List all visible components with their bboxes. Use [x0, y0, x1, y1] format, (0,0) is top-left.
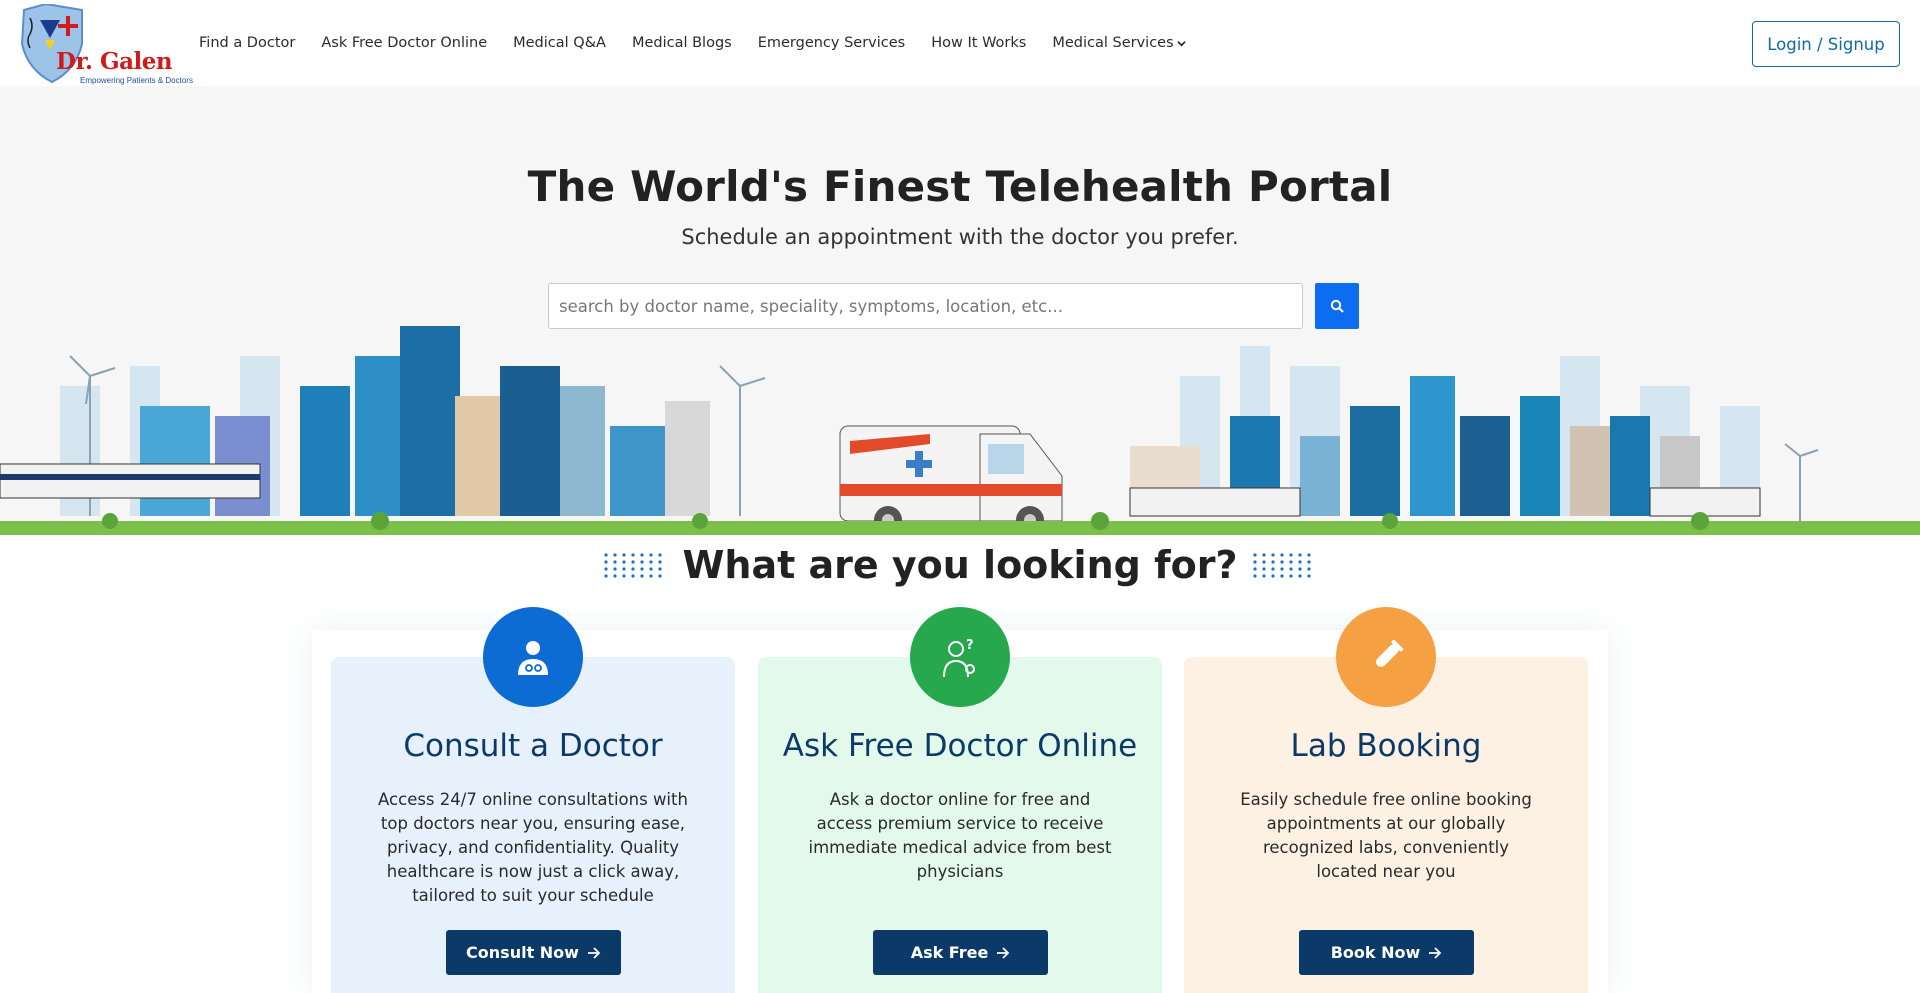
- card-description-line: immediate medical advice from best: [808, 838, 1112, 857]
- nav-find-doctor[interactable]: Find a Doctor: [199, 35, 295, 51]
- nav-label: Find a Doctor: [199, 35, 296, 51]
- consult-now-button[interactable]: Consult Now: [446, 930, 621, 975]
- card-title: Lab Booking: [1290, 728, 1482, 764]
- nav-emergency-services[interactable]: Emergency Services: [758, 35, 906, 51]
- nav-how-it-works[interactable]: How It Works: [931, 35, 1026, 51]
- card-description: Easily schedule free online booking appo…: [1184, 788, 1588, 884]
- arrow-right-icon: [1429, 946, 1442, 959]
- hero-subtitle: Schedule an appointment with the doctor …: [681, 225, 1239, 249]
- nav-label: Emergency Services: [757, 35, 906, 51]
- nav-label: Medical Blogs: [631, 35, 732, 51]
- nav-label: Medical Q&A: [513, 35, 606, 51]
- doctor-question-icon: ?: [910, 607, 1010, 707]
- arrow-right-icon: [997, 946, 1010, 959]
- nav-label: How It Works: [931, 35, 1027, 51]
- card-description-line: tailored to suit your schedule: [412, 886, 654, 905]
- city-skyline-illustration: [0, 326, 1920, 535]
- section-heading: What are you looking for?: [0, 540, 1920, 590]
- card-description-line: physicians: [916, 862, 1004, 881]
- card-description: Access 24/7 online consultations with to…: [331, 788, 735, 908]
- card-title: Consult a Doctor: [403, 728, 663, 764]
- button-label: Book Now: [1330, 943, 1421, 962]
- card-description-line: top doctors near you, ensuring ease,: [380, 814, 686, 833]
- card-description-line: access premium service to receive: [816, 814, 1104, 833]
- site-header: Dr. Galen Empowering Patients & Doctors …: [0, 0, 1920, 86]
- nav-label: Ask Free Doctor Online: [321, 35, 488, 51]
- nav-medical-blogs[interactable]: Medical Blogs: [632, 35, 732, 51]
- card-description-line: recognized labs, conveniently: [1262, 838, 1510, 857]
- doctor-icon: [483, 607, 583, 707]
- nav-medical-qa[interactable]: Medical Q&A: [513, 35, 606, 51]
- card-description-line: Easily schedule free online booking: [1240, 790, 1532, 809]
- card-description-line: located near you: [1316, 862, 1456, 881]
- login-signup-button[interactable]: Login / Signup: [1752, 21, 1900, 67]
- card-description-line: healthcare is now just a click away,: [386, 862, 680, 881]
- card-description-line: Ask a doctor online for free and: [829, 790, 1091, 809]
- test-tube-icon: [1336, 607, 1436, 707]
- card-description: Ask a doctor online for free and access …: [758, 788, 1162, 884]
- button-label: Ask Free: [910, 943, 989, 962]
- search-icon: [1330, 299, 1344, 313]
- ask-free-button[interactable]: Ask Free: [873, 930, 1048, 975]
- svg-text:?: ?: [966, 638, 974, 653]
- main-nav: Find a Doctor Ask Free Doctor Online Med…: [199, 0, 1212, 86]
- card-title: Ask Free Doctor Online: [782, 728, 1138, 764]
- book-now-button[interactable]: Book Now: [1299, 930, 1474, 975]
- nav-label: Medical Services: [1052, 35, 1174, 51]
- dots-decoration-icon: [1252, 553, 1311, 578]
- chevron-down-icon: [1176, 40, 1186, 46]
- card-description-line: Access 24/7 online consultations with: [378, 790, 688, 809]
- dots-decoration-icon: [603, 553, 662, 578]
- logo-text: Dr. Galen: [56, 48, 173, 75]
- arrow-right-icon: [587, 946, 601, 959]
- card-description-line: appointments at our globally: [1266, 814, 1506, 833]
- nav-ask-free-doctor[interactable]: Ask Free Doctor Online: [321, 35, 487, 51]
- site-logo[interactable]: Dr. Galen Empowering Patients & Doctors: [18, 2, 193, 85]
- button-label: Consult Now: [466, 943, 579, 962]
- hero-title: The World's Finest Telehealth Portal: [527, 162, 1393, 211]
- section-title: What are you looking for?: [682, 543, 1238, 587]
- logo-tagline: Empowering Patients & Doctors: [80, 76, 193, 85]
- nav-medical-services[interactable]: Medical Services: [1052, 35, 1186, 51]
- hero-section: The World's Finest Telehealth Portal Sch…: [0, 86, 1920, 535]
- card-description-line: privacy, and confidentiality. Quality: [386, 838, 680, 857]
